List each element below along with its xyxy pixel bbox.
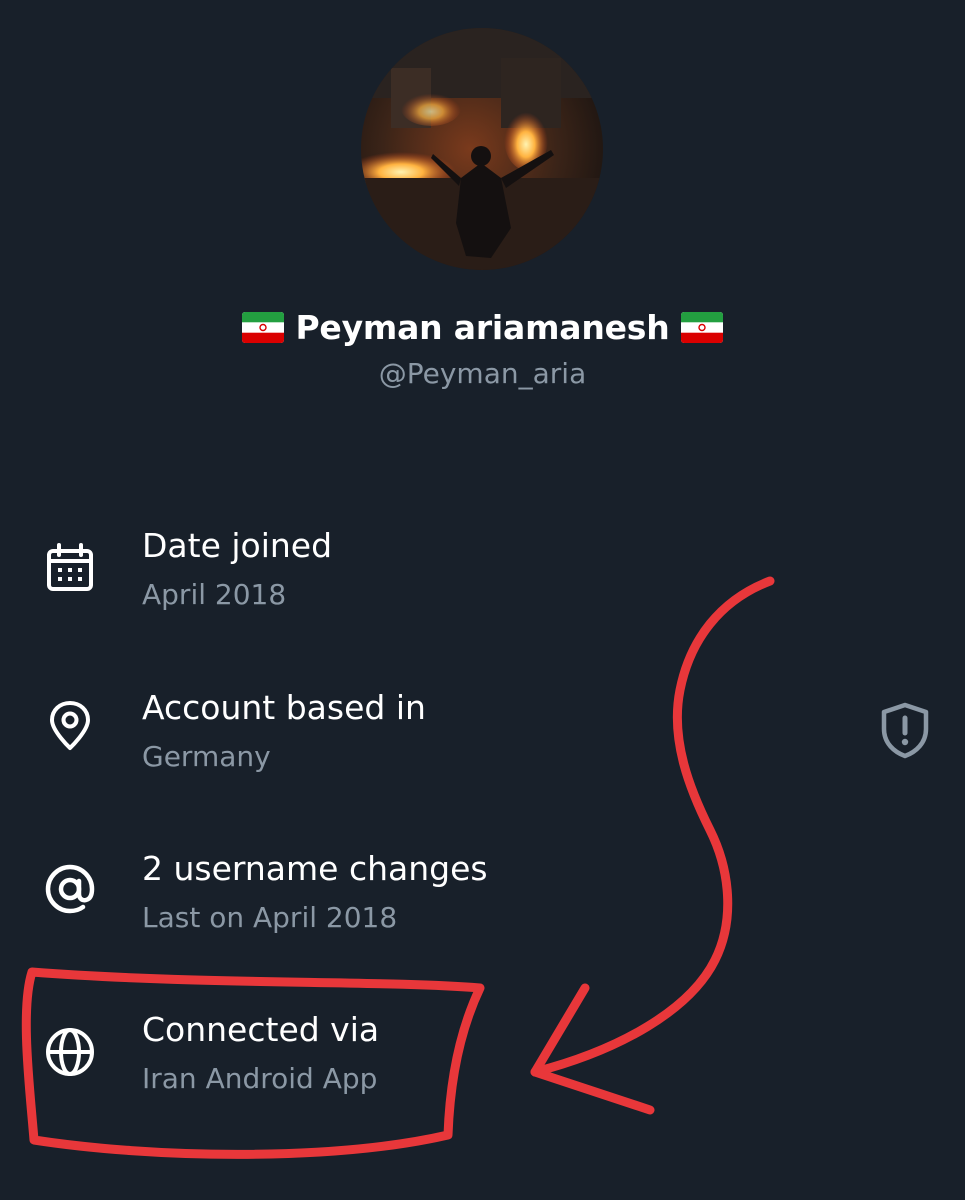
row-title: Connected via <box>142 1010 380 1049</box>
avatar[interactable] <box>361 28 603 270</box>
row-subtitle: Iran Android App <box>142 1062 378 1095</box>
row-title: 2 username changes <box>142 849 488 888</box>
row-title: Account based in <box>142 688 426 727</box>
at-sign-icon <box>44 863 96 915</box>
row-subtitle: Last on April 2018 <box>142 901 398 934</box>
iran-flag-icon <box>680 312 723 343</box>
row-title: Date joined <box>142 526 333 565</box>
globe-icon <box>44 1026 96 1078</box>
calendar-icon <box>44 542 96 594</box>
account-based-in-row: Account based in Germany <box>0 688 965 798</box>
username-handle: @Peyman_aria <box>378 357 587 390</box>
username-changes-row: 2 username changes Last on April 2018 <box>0 849 965 959</box>
connected-via-row: Connected via Iran Android App <box>0 1010 965 1120</box>
display-name: Peyman ariamanesh <box>295 308 670 347</box>
location-pin-icon <box>44 700 96 752</box>
date-joined-row: Date joined April 2018 <box>0 526 965 636</box>
avatar-image <box>361 28 603 270</box>
shield-alert-icon[interactable] <box>878 701 932 759</box>
annotation-curved-arrow <box>530 576 775 1077</box>
iran-flag-icon <box>242 312 285 343</box>
profile-about-page: Peyman ariamanesh @Peyman_aria Date join… <box>0 0 965 1200</box>
row-subtitle: April 2018 <box>142 578 287 611</box>
row-subtitle: Germany <box>142 740 271 773</box>
display-name-row: Peyman ariamanesh <box>0 308 965 347</box>
